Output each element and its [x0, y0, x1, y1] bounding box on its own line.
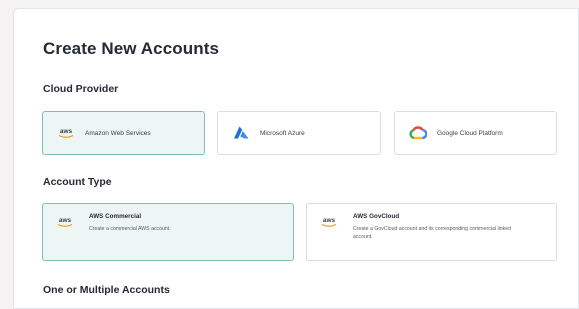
azure-logo-icon: [230, 126, 252, 140]
aws-logo-icon: aws: [55, 127, 77, 139]
account-type-option-aws-commercial[interactable]: aws AWS Commercial Create a commercial A…: [42, 203, 294, 261]
provider-option-label: Google Cloud Platform: [437, 129, 503, 137]
page-title: Create New Accounts: [43, 39, 220, 58]
svg-text:aws: aws: [60, 128, 73, 135]
account-type-title: AWS Commercial: [89, 213, 142, 220]
provider-option-google-cloud[interactable]: Google Cloud Platform: [394, 111, 557, 155]
account-type-description: Create a GovCloud account and its corres…: [353, 226, 512, 240]
provider-option-label: Microsoft Azure: [260, 129, 305, 137]
account-type-label: Account Type: [43, 176, 112, 188]
account-type-option-aws-govcloud[interactable]: aws AWS GovCloud Create a GovCloud accou…: [306, 203, 557, 261]
account-type-description: Create a commercial AWS account.: [89, 226, 171, 232]
account-type-text: AWS Commercial Create a commercial AWS a…: [89, 213, 283, 233]
create-accounts-card: Create New Accounts Cloud Provider aws A…: [13, 8, 579, 309]
svg-text:aws: aws: [323, 217, 336, 224]
accounts-count-label: One or Multiple Accounts: [43, 284, 170, 296]
provider-option-azure[interactable]: Microsoft Azure: [217, 111, 381, 155]
aws-logo-icon: aws: [54, 216, 76, 228]
google-cloud-logo-icon: [407, 126, 429, 140]
aws-logo-icon: aws: [318, 216, 340, 228]
provider-option-aws[interactable]: aws Amazon Web Services: [42, 111, 205, 155]
provider-option-label: Amazon Web Services: [85, 129, 151, 137]
account-type-title: AWS GovCloud: [353, 213, 400, 220]
svg-text:aws: aws: [59, 217, 72, 224]
cloud-provider-label: Cloud Provider: [43, 83, 119, 95]
account-type-text: AWS GovCloud Create a GovCloud account a…: [353, 213, 526, 241]
